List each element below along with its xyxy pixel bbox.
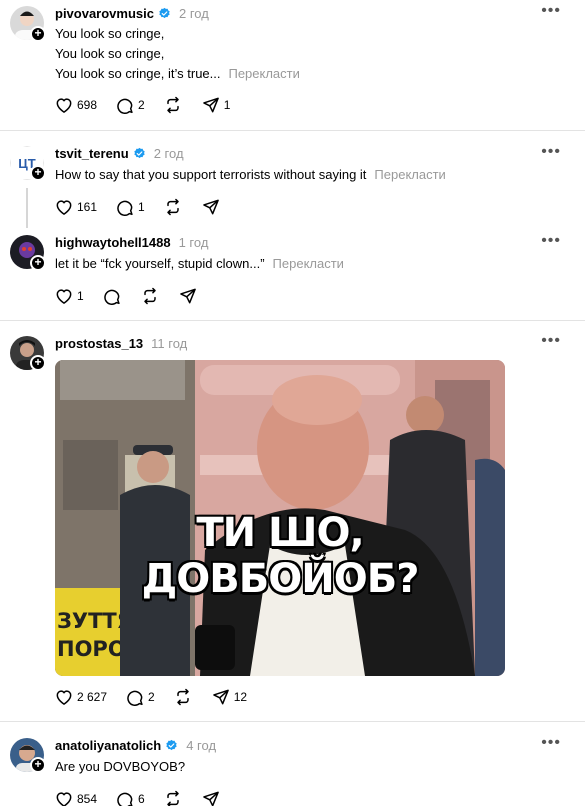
share-button[interactable] bbox=[201, 197, 221, 217]
post-image[interactable]: ЗУТТЯ ПОРО ТИ ШО, ДОВБОЙОБ? bbox=[55, 360, 505, 676]
share-button[interactable] bbox=[178, 286, 198, 306]
repost-icon bbox=[140, 286, 160, 306]
share-icon bbox=[201, 197, 221, 217]
post-text: Are you DOVBOYOB? bbox=[55, 757, 185, 777]
post-line: Are you DOVBOYOB? bbox=[55, 759, 186, 774]
heart-icon bbox=[54, 286, 74, 306]
username[interactable]: prostostas_13 bbox=[55, 336, 143, 351]
like-button[interactable]: 854 bbox=[54, 789, 97, 806]
reply-button[interactable] bbox=[102, 286, 122, 306]
share-button[interactable] bbox=[201, 789, 221, 806]
share-icon bbox=[211, 687, 231, 707]
share-icon bbox=[178, 286, 198, 306]
more-icon[interactable]: ••• bbox=[541, 332, 561, 350]
follow-plus-icon[interactable]: + bbox=[30, 165, 46, 181]
like-button[interactable]: 161 bbox=[54, 197, 97, 217]
follow-plus-icon[interactable]: + bbox=[30, 255, 46, 271]
post-text: let it be “fck yourself, stupid clown...… bbox=[55, 254, 344, 274]
more-icon[interactable]: ••• bbox=[541, 2, 561, 20]
reply-button[interactable]: 1 bbox=[115, 197, 145, 217]
repost-icon bbox=[163, 789, 183, 806]
post-line: You look so cringe, bbox=[55, 46, 165, 61]
translate-link[interactable]: Перекласти bbox=[374, 167, 445, 182]
more-icon[interactable]: ••• bbox=[541, 143, 561, 161]
username[interactable]: tsvit_terenu bbox=[55, 146, 129, 161]
username[interactable]: pivovarovmusic bbox=[55, 6, 154, 21]
share-button[interactable]: 1 bbox=[201, 95, 230, 115]
heart-icon bbox=[54, 789, 74, 806]
post-time[interactable]: 1 год bbox=[179, 235, 209, 250]
follow-plus-icon[interactable]: + bbox=[30, 26, 46, 42]
post-line: You look so cringe, bbox=[55, 26, 165, 41]
heart-icon bbox=[54, 687, 74, 707]
post-time[interactable]: 11 год bbox=[151, 336, 187, 351]
repost-icon bbox=[163, 197, 183, 217]
reply-button[interactable]: 2 bbox=[125, 687, 155, 707]
separator bbox=[0, 320, 585, 321]
post-line: You look so cringe, it’s true... bbox=[55, 66, 221, 81]
repost-button[interactable] bbox=[163, 95, 183, 115]
repost-icon bbox=[163, 95, 183, 115]
comment-icon bbox=[115, 95, 135, 115]
like-button[interactable]: 1 bbox=[54, 286, 84, 306]
share-icon bbox=[201, 95, 221, 115]
thread-line bbox=[26, 188, 28, 228]
repost-button[interactable] bbox=[163, 197, 183, 217]
follow-plus-icon[interactable]: + bbox=[30, 355, 46, 371]
post-time[interactable]: 2 год bbox=[154, 146, 184, 161]
username[interactable]: anatoliyanatolich bbox=[55, 738, 161, 753]
post-time[interactable]: 4 год bbox=[186, 738, 216, 753]
reply-button[interactable]: 2 bbox=[115, 95, 145, 115]
more-icon[interactable]: ••• bbox=[541, 232, 561, 250]
like-button[interactable]: 2 627 bbox=[54, 687, 107, 707]
post-line: How to say that you support terrorists w… bbox=[55, 167, 367, 182]
separator bbox=[0, 130, 585, 131]
separator bbox=[0, 721, 585, 722]
repost-icon bbox=[173, 687, 193, 707]
post-line: let it be “fck yourself, stupid clown...… bbox=[55, 256, 265, 271]
heart-icon bbox=[54, 197, 74, 217]
sign-text: ПОРО bbox=[57, 637, 126, 661]
translate-link[interactable]: Перекласти bbox=[273, 256, 344, 271]
reply-button[interactable]: 6 bbox=[115, 789, 145, 806]
translate-link[interactable]: Перекласти bbox=[228, 66, 299, 81]
post-time[interactable]: 2 год bbox=[179, 6, 209, 21]
username[interactable]: highwaytohell1488 bbox=[55, 235, 171, 250]
verified-badge-icon bbox=[165, 739, 178, 752]
like-button[interactable]: 698 bbox=[54, 95, 97, 115]
more-icon[interactable]: ••• bbox=[541, 734, 561, 752]
comment-icon bbox=[102, 286, 122, 306]
image-caption: ТИ ШО, ДОВБОЙОБ? bbox=[141, 510, 420, 602]
follow-plus-icon[interactable]: + bbox=[30, 757, 46, 773]
share-button[interactable]: 12 bbox=[211, 687, 247, 707]
repost-button[interactable] bbox=[163, 789, 183, 806]
verified-badge-icon bbox=[158, 7, 171, 20]
share-icon bbox=[201, 789, 221, 806]
comment-icon bbox=[115, 197, 135, 217]
heart-icon bbox=[54, 95, 74, 115]
comment-icon bbox=[125, 687, 145, 707]
post-text: You look so cringe, You look so cringe, … bbox=[55, 24, 300, 84]
repost-button[interactable] bbox=[173, 687, 193, 707]
post-text: How to say that you support terrorists w… bbox=[55, 165, 446, 185]
verified-badge-icon bbox=[133, 147, 146, 160]
comment-icon bbox=[115, 789, 135, 806]
repost-button[interactable] bbox=[140, 286, 160, 306]
